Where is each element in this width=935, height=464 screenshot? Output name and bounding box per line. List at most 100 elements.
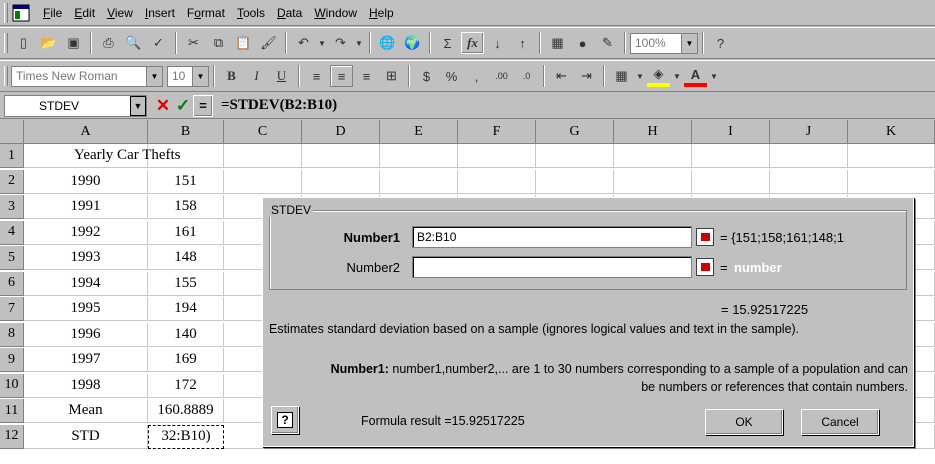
- row-header[interactable]: 10: [0, 373, 24, 398]
- sort-ascending-icon[interactable]: ↓: [486, 32, 509, 54]
- cell-a3[interactable]: 1991: [24, 195, 148, 219]
- increase-indent-icon[interactable]: ⇥: [575, 65, 598, 87]
- cell-i2[interactable]: [692, 169, 770, 194]
- cell-a8[interactable]: 1996: [24, 322, 148, 347]
- row-header[interactable]: 9: [0, 348, 24, 372]
- column-header-i[interactable]: I: [692, 120, 770, 144]
- font-size-select[interactable]: 10 ▼: [167, 65, 209, 87]
- print-preview-icon[interactable]: 🔍: [122, 32, 145, 54]
- cell-k1[interactable]: [848, 144, 935, 168]
- drawing-icon[interactable]: ✎: [596, 32, 619, 54]
- autosum-icon[interactable]: Σ: [436, 32, 459, 54]
- cancel-icon[interactable]: ✕: [153, 95, 173, 117]
- undo-dropdown-icon[interactable]: ▼: [317, 32, 327, 54]
- workbook-icon[interactable]: [11, 4, 31, 22]
- cell-b5[interactable]: 148: [148, 246, 224, 270]
- cell-a6[interactable]: 1994: [24, 271, 148, 296]
- cell-b6[interactable]: 155: [148, 271, 224, 296]
- cell-a5[interactable]: 1993: [24, 246, 148, 270]
- cell-b11[interactable]: 160.8889: [148, 399, 224, 423]
- redo-icon[interactable]: ↷: [329, 32, 352, 54]
- increase-decimal-icon[interactable]: .00: [490, 65, 513, 87]
- underline-icon[interactable]: U: [270, 65, 293, 87]
- open-icon[interactable]: 📂: [37, 32, 60, 54]
- align-center-icon[interactable]: ≡: [330, 65, 353, 87]
- cell-a12[interactable]: STD: [24, 424, 148, 449]
- menu-edit[interactable]: Edit: [68, 6, 101, 20]
- column-header-b[interactable]: B: [148, 120, 224, 144]
- new-icon[interactable]: ▯: [12, 32, 35, 54]
- column-header-j[interactable]: J: [770, 120, 848, 144]
- row-header[interactable]: 4: [0, 220, 24, 245]
- row-header[interactable]: 11: [0, 399, 24, 423]
- menu-tools[interactable]: Tools: [231, 6, 271, 20]
- paste-icon[interactable]: 📋: [232, 32, 255, 54]
- ok-button[interactable]: OK: [705, 409, 783, 435]
- cell-j1[interactable]: [770, 144, 848, 168]
- decrease-indent-icon[interactable]: ⇤: [550, 65, 573, 87]
- copy-icon[interactable]: ⧉: [207, 32, 230, 54]
- row-header[interactable]: 5: [0, 246, 24, 270]
- cell-f2[interactable]: [458, 169, 536, 194]
- map-icon[interactable]: ●: [571, 32, 594, 54]
- number1-field[interactable]: B2:B10: [412, 226, 692, 248]
- cell-j2[interactable]: [770, 169, 848, 194]
- chevron-down-icon[interactable]: ▼: [146, 66, 162, 86]
- column-header-f[interactable]: F: [458, 120, 536, 144]
- cell-b3[interactable]: 158: [148, 195, 224, 219]
- collapse-dialog-icon[interactable]: [696, 228, 714, 246]
- bold-icon[interactable]: B: [220, 65, 243, 87]
- borders-icon[interactable]: ▦: [610, 65, 633, 87]
- comma-style-icon[interactable]: ,: [465, 65, 488, 87]
- fill-color-icon[interactable]: ◈: [647, 65, 670, 87]
- format-painter-icon[interactable]: 🖌: [257, 32, 280, 54]
- cell-a9[interactable]: 1997: [24, 348, 148, 372]
- font-color-dropdown-icon[interactable]: ▼: [709, 65, 719, 87]
- percent-icon[interactable]: %: [440, 65, 463, 87]
- formula-text[interactable]: =STDEV(B2:B10): [221, 97, 337, 114]
- cell-b12[interactable]: 32:B10): [148, 424, 224, 449]
- row-header[interactable]: 12: [0, 424, 24, 449]
- sort-descending-icon[interactable]: ↑: [511, 32, 534, 54]
- font-color-icon[interactable]: A: [684, 65, 707, 87]
- fill-color-dropdown-icon[interactable]: ▼: [672, 65, 682, 87]
- cell-e2[interactable]: [380, 169, 458, 194]
- menu-view[interactable]: View: [101, 6, 139, 20]
- row-header[interactable]: 7: [0, 297, 24, 321]
- undo-icon[interactable]: ↶: [292, 32, 315, 54]
- cut-icon[interactable]: ✂: [182, 32, 205, 54]
- merge-center-icon[interactable]: ⊞: [380, 65, 403, 87]
- print-icon[interactable]: ⎙: [97, 32, 120, 54]
- italic-icon[interactable]: I: [245, 65, 268, 87]
- row-header[interactable]: 8: [0, 322, 24, 347]
- spelling-icon[interactable]: ✓: [147, 32, 170, 54]
- cell-a10[interactable]: 1998: [24, 373, 148, 398]
- menu-file[interactable]: File: [37, 6, 68, 20]
- align-right-icon[interactable]: ≡: [355, 65, 378, 87]
- toolbar-grip[interactable]: [4, 33, 8, 53]
- row-header[interactable]: 2: [0, 169, 24, 194]
- chart-wizard-icon[interactable]: ▦: [546, 32, 569, 54]
- cell-a11[interactable]: Mean: [24, 399, 148, 423]
- menu-help[interactable]: Help: [363, 6, 400, 20]
- cell-c2[interactable]: [224, 169, 302, 194]
- column-header-k[interactable]: K: [848, 120, 935, 144]
- collapse-dialog-icon[interactable]: [696, 258, 714, 276]
- cell-a7[interactable]: 1995: [24, 297, 148, 321]
- cell-b4[interactable]: 161: [148, 220, 224, 245]
- cell-d2[interactable]: [302, 169, 380, 194]
- zoom-select[interactable]: 100% ▼: [630, 32, 698, 54]
- hyperlink-icon[interactable]: 🌐: [376, 32, 399, 54]
- redo-dropdown-icon[interactable]: ▼: [354, 32, 364, 54]
- cell-a2[interactable]: 1990: [24, 169, 148, 194]
- menu-insert[interactable]: Insert: [139, 6, 181, 20]
- edit-formula-button[interactable]: =: [193, 94, 213, 117]
- toolbar-grip[interactable]: [4, 2, 8, 23]
- cell-b2[interactable]: 151: [148, 169, 224, 194]
- select-all-button[interactable]: [0, 120, 24, 144]
- cell-i1[interactable]: [692, 144, 770, 168]
- cell-c1[interactable]: [224, 144, 302, 168]
- menu-format[interactable]: Format: [181, 6, 231, 20]
- cell-a1[interactable]: Yearly Car Thefts: [24, 144, 181, 168]
- office-assistant-icon[interactable]: ?: [709, 32, 732, 54]
